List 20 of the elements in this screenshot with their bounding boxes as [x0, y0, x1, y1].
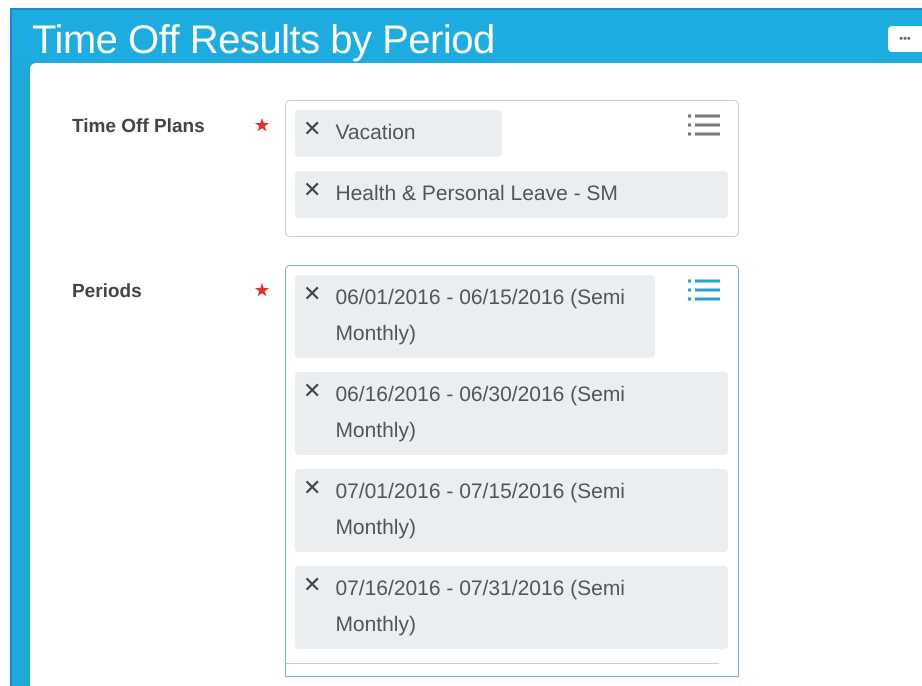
remove-button[interactable]: ✕ [303, 115, 322, 145]
chip-label: 06/16/2016 - 06/30/2016 (Semi Monthly) [335, 382, 626, 444]
page-title: Time Off Results by Period [32, 18, 495, 63]
field-label: Time Off Plans [72, 116, 206, 138]
chip-label: 06/01/2016 - 06/15/2016 (Semi Monthly) [335, 285, 626, 347]
chip-label: Health & Personal Leave - SM [335, 181, 618, 207]
list-icon[interactable] [688, 113, 720, 137]
chip-label: 07/16/2016 - 07/31/2016 (Semi Monthly) [335, 576, 626, 638]
multiselect-field[interactable]: ✕ 06/01/2016 - 06/15/2016 (Semi Monthly) ✕ 06/16/2016 - 06/30/2016 (Semi Monthly) ✕ 07/01/2016 - 07/15/2016 (Semi Monthly) ✕ 07/16/2016 - 07/31/2016 (Semi Monthly) [285, 265, 739, 677]
list-icon[interactable] [688, 278, 720, 302]
chip-label: Vacation [335, 120, 416, 146]
more-button[interactable]: ••• [888, 26, 922, 52]
remove-button[interactable]: ✕ [303, 571, 322, 601]
remove-button[interactable]: ✕ [303, 280, 322, 310]
remove-button[interactable]: ✕ [303, 377, 322, 407]
remove-button[interactable]: ✕ [303, 176, 322, 206]
chip-label: 07/01/2016 - 07/15/2016 (Semi Monthly) [335, 479, 626, 541]
multiselect-field[interactable]: ✕ Vacation ✕ Health & Personal Leave - SM [285, 100, 739, 237]
field-label: Periods [72, 281, 143, 303]
remove-button[interactable]: ✕ [303, 474, 322, 504]
